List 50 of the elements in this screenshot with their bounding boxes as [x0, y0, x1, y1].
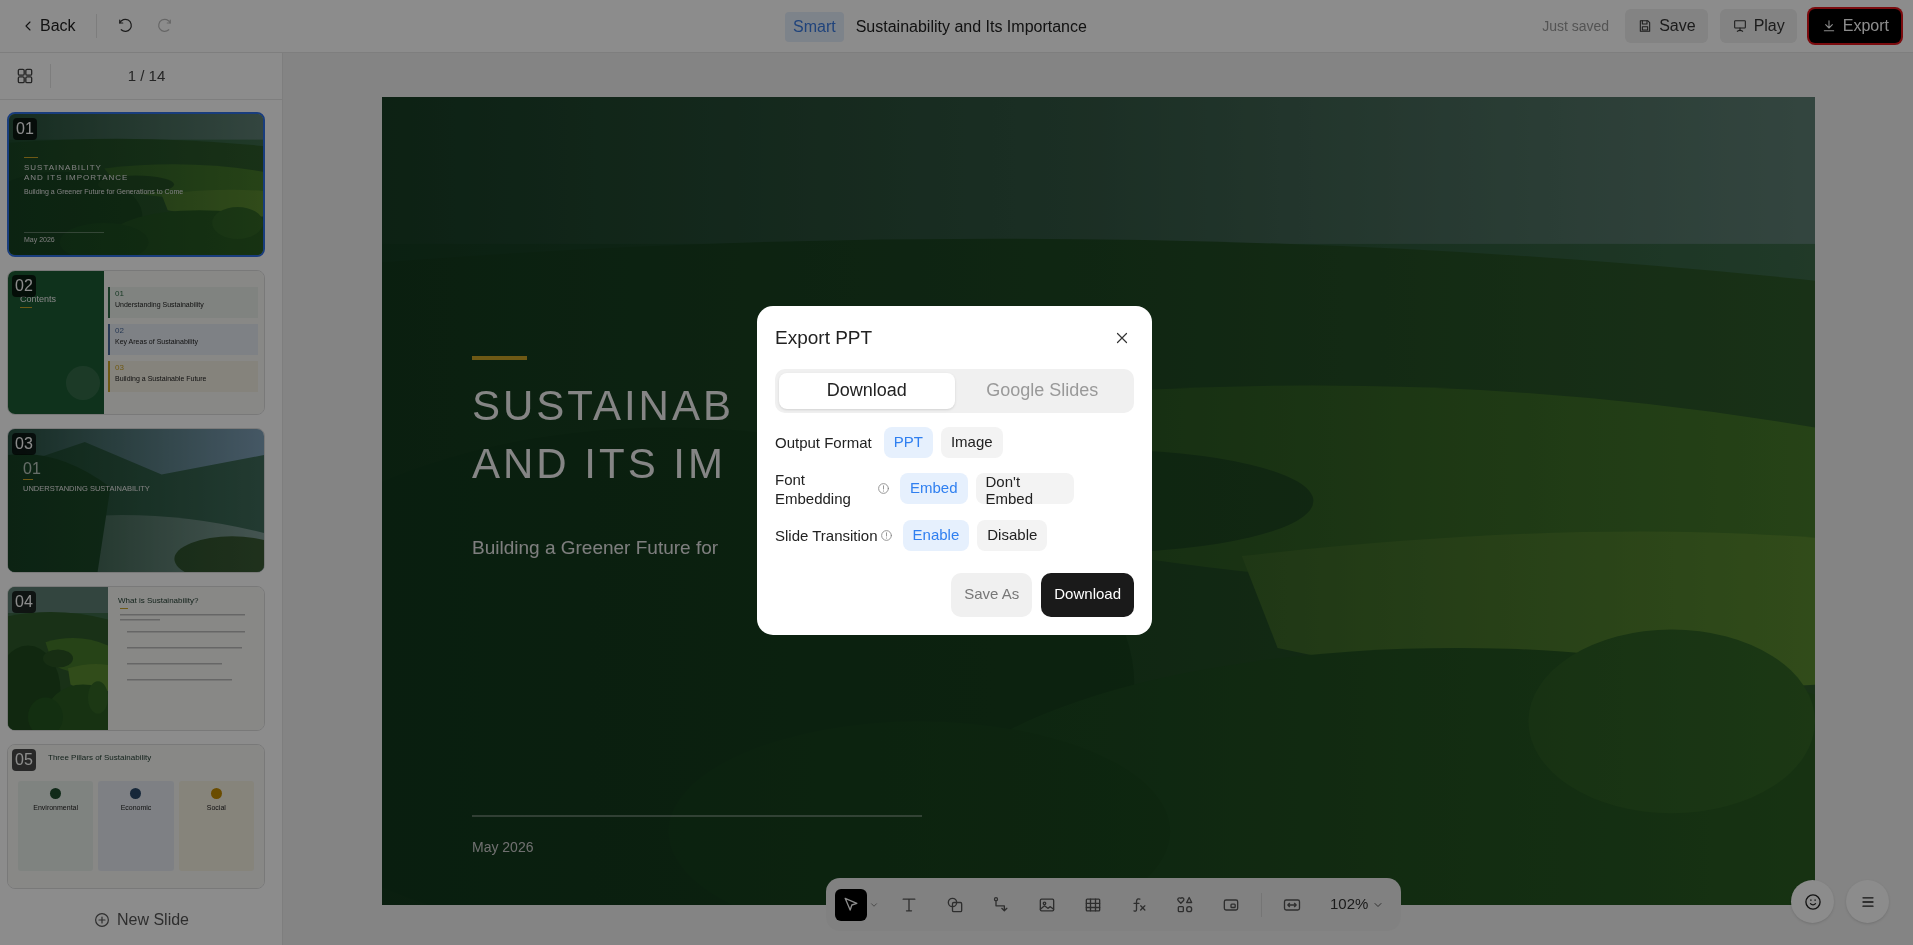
zoom-dropdown[interactable]: 102%	[1322, 893, 1393, 916]
back-button[interactable]: Back	[12, 10, 84, 42]
slide-thumbnail[interactable]: 04 What is Sustainability?	[7, 586, 265, 731]
elements-icon	[1175, 894, 1195, 915]
section-number: 01	[23, 459, 41, 479]
mode-badge: Smart	[785, 12, 844, 42]
slide-number: 03	[12, 433, 36, 455]
option-chip[interactable]: Embed	[900, 473, 968, 504]
slide-date: May 2026	[472, 838, 534, 857]
thumbnail-title: What is Sustainability?	[118, 595, 199, 607]
slide-number: 04	[12, 591, 36, 613]
option-label: Slide Transition	[775, 525, 878, 545]
menu-button[interactable]	[1846, 880, 1889, 923]
dialog-title: Export PPT	[775, 326, 873, 350]
redo-icon	[155, 17, 174, 35]
thumbnail-title: AND ITS IMPORTANCE	[24, 173, 130, 183]
option-chip[interactable]: Don't Embed	[975, 473, 1074, 504]
contents-number: 01	[115, 289, 125, 298]
option-chip[interactable]: PPT	[883, 426, 933, 458]
option-label: Output Format	[775, 432, 872, 452]
option-chip[interactable]: Disable	[977, 519, 1048, 551]
play-button[interactable]: Play	[1719, 9, 1797, 43]
contents-number: 03	[115, 363, 125, 372]
feedback-button[interactable]	[1791, 880, 1834, 923]
slide-number: 05	[12, 749, 36, 771]
option-chip[interactable]: Enable	[902, 519, 970, 551]
download-button[interactable]: Download	[1041, 572, 1134, 617]
slide-subtitle: Building a Greener Future for	[472, 536, 719, 560]
slide-number: 01	[13, 118, 37, 140]
thumbnail-title: Three Pillars of Sustainability	[48, 752, 152, 764]
contents-number: 02	[115, 326, 125, 335]
slide-number: 02	[12, 275, 36, 297]
save-status: Just saved	[1542, 16, 1610, 36]
slide-title: SUSTAINAB	[472, 381, 734, 431]
thumbnail-title: SUSTAINABILITY	[24, 163, 103, 173]
pointer-tool[interactable]	[835, 888, 867, 921]
document-title: Sustainability and Its Importance	[855, 17, 1087, 37]
option-label: Font Embedding	[775, 469, 852, 508]
option-chip[interactable]: Image	[940, 426, 1003, 458]
new-slide-button[interactable]: New Slide	[93, 908, 189, 932]
dialog-tab[interactable]: Download	[779, 372, 955, 409]
save-button[interactable]: Save	[1625, 9, 1708, 43]
export-button[interactable]: Export	[1808, 9, 1901, 43]
save-as-button[interactable]: Save As	[951, 572, 1033, 617]
slide-counter: 1 / 14	[126, 65, 167, 86]
grid-icon	[15, 66, 35, 86]
presentation-icon	[1731, 18, 1748, 34]
smiley-icon	[1802, 891, 1823, 912]
slide-title: AND ITS IM	[472, 439, 727, 489]
plus-circle-icon	[93, 911, 111, 929]
